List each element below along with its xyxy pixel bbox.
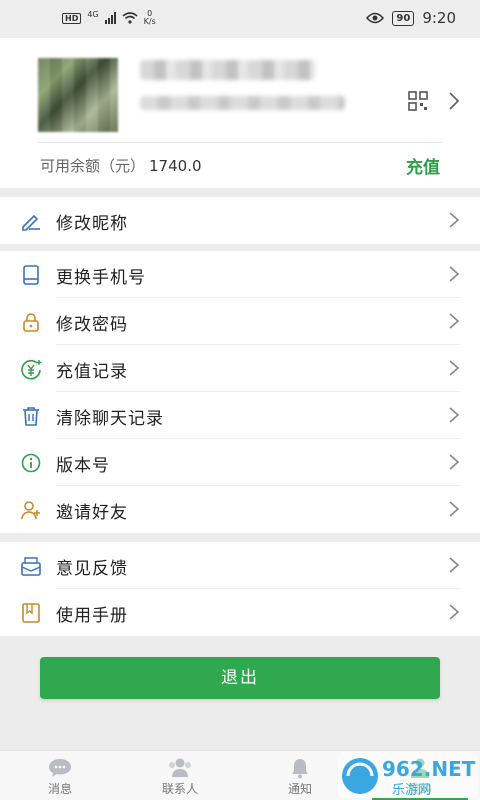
watermark-logo: 962.NET 乐游网: [338, 752, 478, 798]
wifi-icon: [122, 12, 138, 24]
pencil-icon: [22, 214, 40, 231]
menu-item-clear-chat[interactable]: 清除聊天记录: [0, 392, 480, 439]
menu-label: 使用手册: [56, 606, 128, 626]
net-speed: 0 K/s: [143, 9, 156, 26]
menu-group-nickname: 修改昵称: [0, 197, 480, 244]
chevron-right-icon: [449, 212, 460, 228]
network-label: 4G: [87, 10, 99, 19]
chevron-right-icon: [449, 266, 460, 282]
chevron-right-icon: [449, 454, 460, 470]
menu-label: 充值记录: [56, 362, 128, 382]
chat-icon: [49, 759, 71, 777]
chevron-right-icon[interactable]: [446, 91, 462, 111]
chevron-right-icon: [449, 501, 460, 517]
hd-badge: HD: [62, 12, 82, 24]
chevron-right-icon: [449, 407, 460, 423]
lock-icon: [23, 313, 39, 332]
bell-icon: [292, 759, 308, 779]
menu-item-version[interactable]: 版本号: [0, 439, 480, 486]
signal-icon: [104, 12, 116, 24]
menu-group-account: 更换手机号 修改密码 充值记录 清除聊天记录 版本号 邀请好友: [0, 251, 480, 533]
chevron-right-icon: [449, 313, 460, 329]
balance: 可用余额（元） 1740.0: [40, 155, 202, 176]
username-blurred: [140, 60, 315, 80]
watermark-sub: 乐游网: [392, 783, 431, 798]
chevron-right-icon: [449, 604, 460, 620]
menu-item-invite-friends[interactable]: 邀请好友: [0, 486, 480, 533]
eye-icon: [366, 12, 385, 24]
clock: 9:20: [422, 9, 456, 27]
book-icon: [22, 603, 40, 623]
menu-item-edit-nickname[interactable]: 修改昵称: [0, 197, 480, 244]
watermark-brand: 962.NET: [382, 757, 476, 781]
info-icon: [21, 453, 41, 473]
phone-icon: [23, 265, 39, 285]
status-left: HD 4G 0 K/s: [62, 10, 156, 26]
menu-label: 意见反馈: [56, 559, 128, 579]
feedback-icon: [21, 557, 41, 576]
avatar[interactable]: [38, 58, 118, 132]
qr-code-icon[interactable]: [406, 89, 430, 113]
tab-label: 消息: [47, 782, 72, 796]
menu-label: 修改昵称: [56, 214, 128, 234]
menu-label: 清除聊天记录: [56, 409, 164, 429]
battery-indicator: 90: [392, 10, 415, 26]
account-id-blurred: [140, 96, 345, 110]
add-user-icon: [21, 501, 40, 520]
tab-messages[interactable]: 消息: [0, 751, 120, 800]
contacts-icon: [169, 758, 191, 777]
menu-item-user-manual[interactable]: 使用手册: [0, 589, 480, 636]
recharge-link[interactable]: 充值: [406, 153, 440, 178]
divider: [38, 142, 442, 143]
menu-label: 邀请好友: [56, 503, 128, 523]
balance-value: 1740.0: [149, 157, 202, 175]
logout-button[interactable]: 退出: [40, 657, 440, 699]
menu-label: 版本号: [56, 456, 110, 476]
tab-contacts[interactable]: 联系人: [120, 751, 240, 800]
trash-icon: [23, 407, 39, 426]
status-bar: HD 4G 0 K/s 90 9:20: [0, 0, 480, 38]
menu-item-change-password[interactable]: 修改密码: [0, 298, 480, 345]
balance-label: 可用余额（元）: [40, 157, 146, 175]
yuan-icon: [21, 359, 42, 380]
tab-label: 联系人: [161, 782, 198, 796]
chevron-right-icon: [449, 360, 460, 376]
menu-label: 修改密码: [56, 315, 128, 335]
menu-item-feedback[interactable]: 意见反馈: [0, 542, 480, 589]
status-right: 90 9:20: [366, 9, 456, 27]
chevron-right-icon: [449, 557, 460, 573]
menu-item-recharge-records[interactable]: 充值记录: [0, 345, 480, 392]
menu-item-change-phone[interactable]: 更换手机号: [0, 251, 480, 298]
profile-card[interactable]: 可用余额（元） 1740.0 充值: [0, 38, 480, 188]
menu-label: 更换手机号: [56, 268, 146, 288]
menu-group-help: 意见反馈 使用手册: [0, 542, 480, 636]
